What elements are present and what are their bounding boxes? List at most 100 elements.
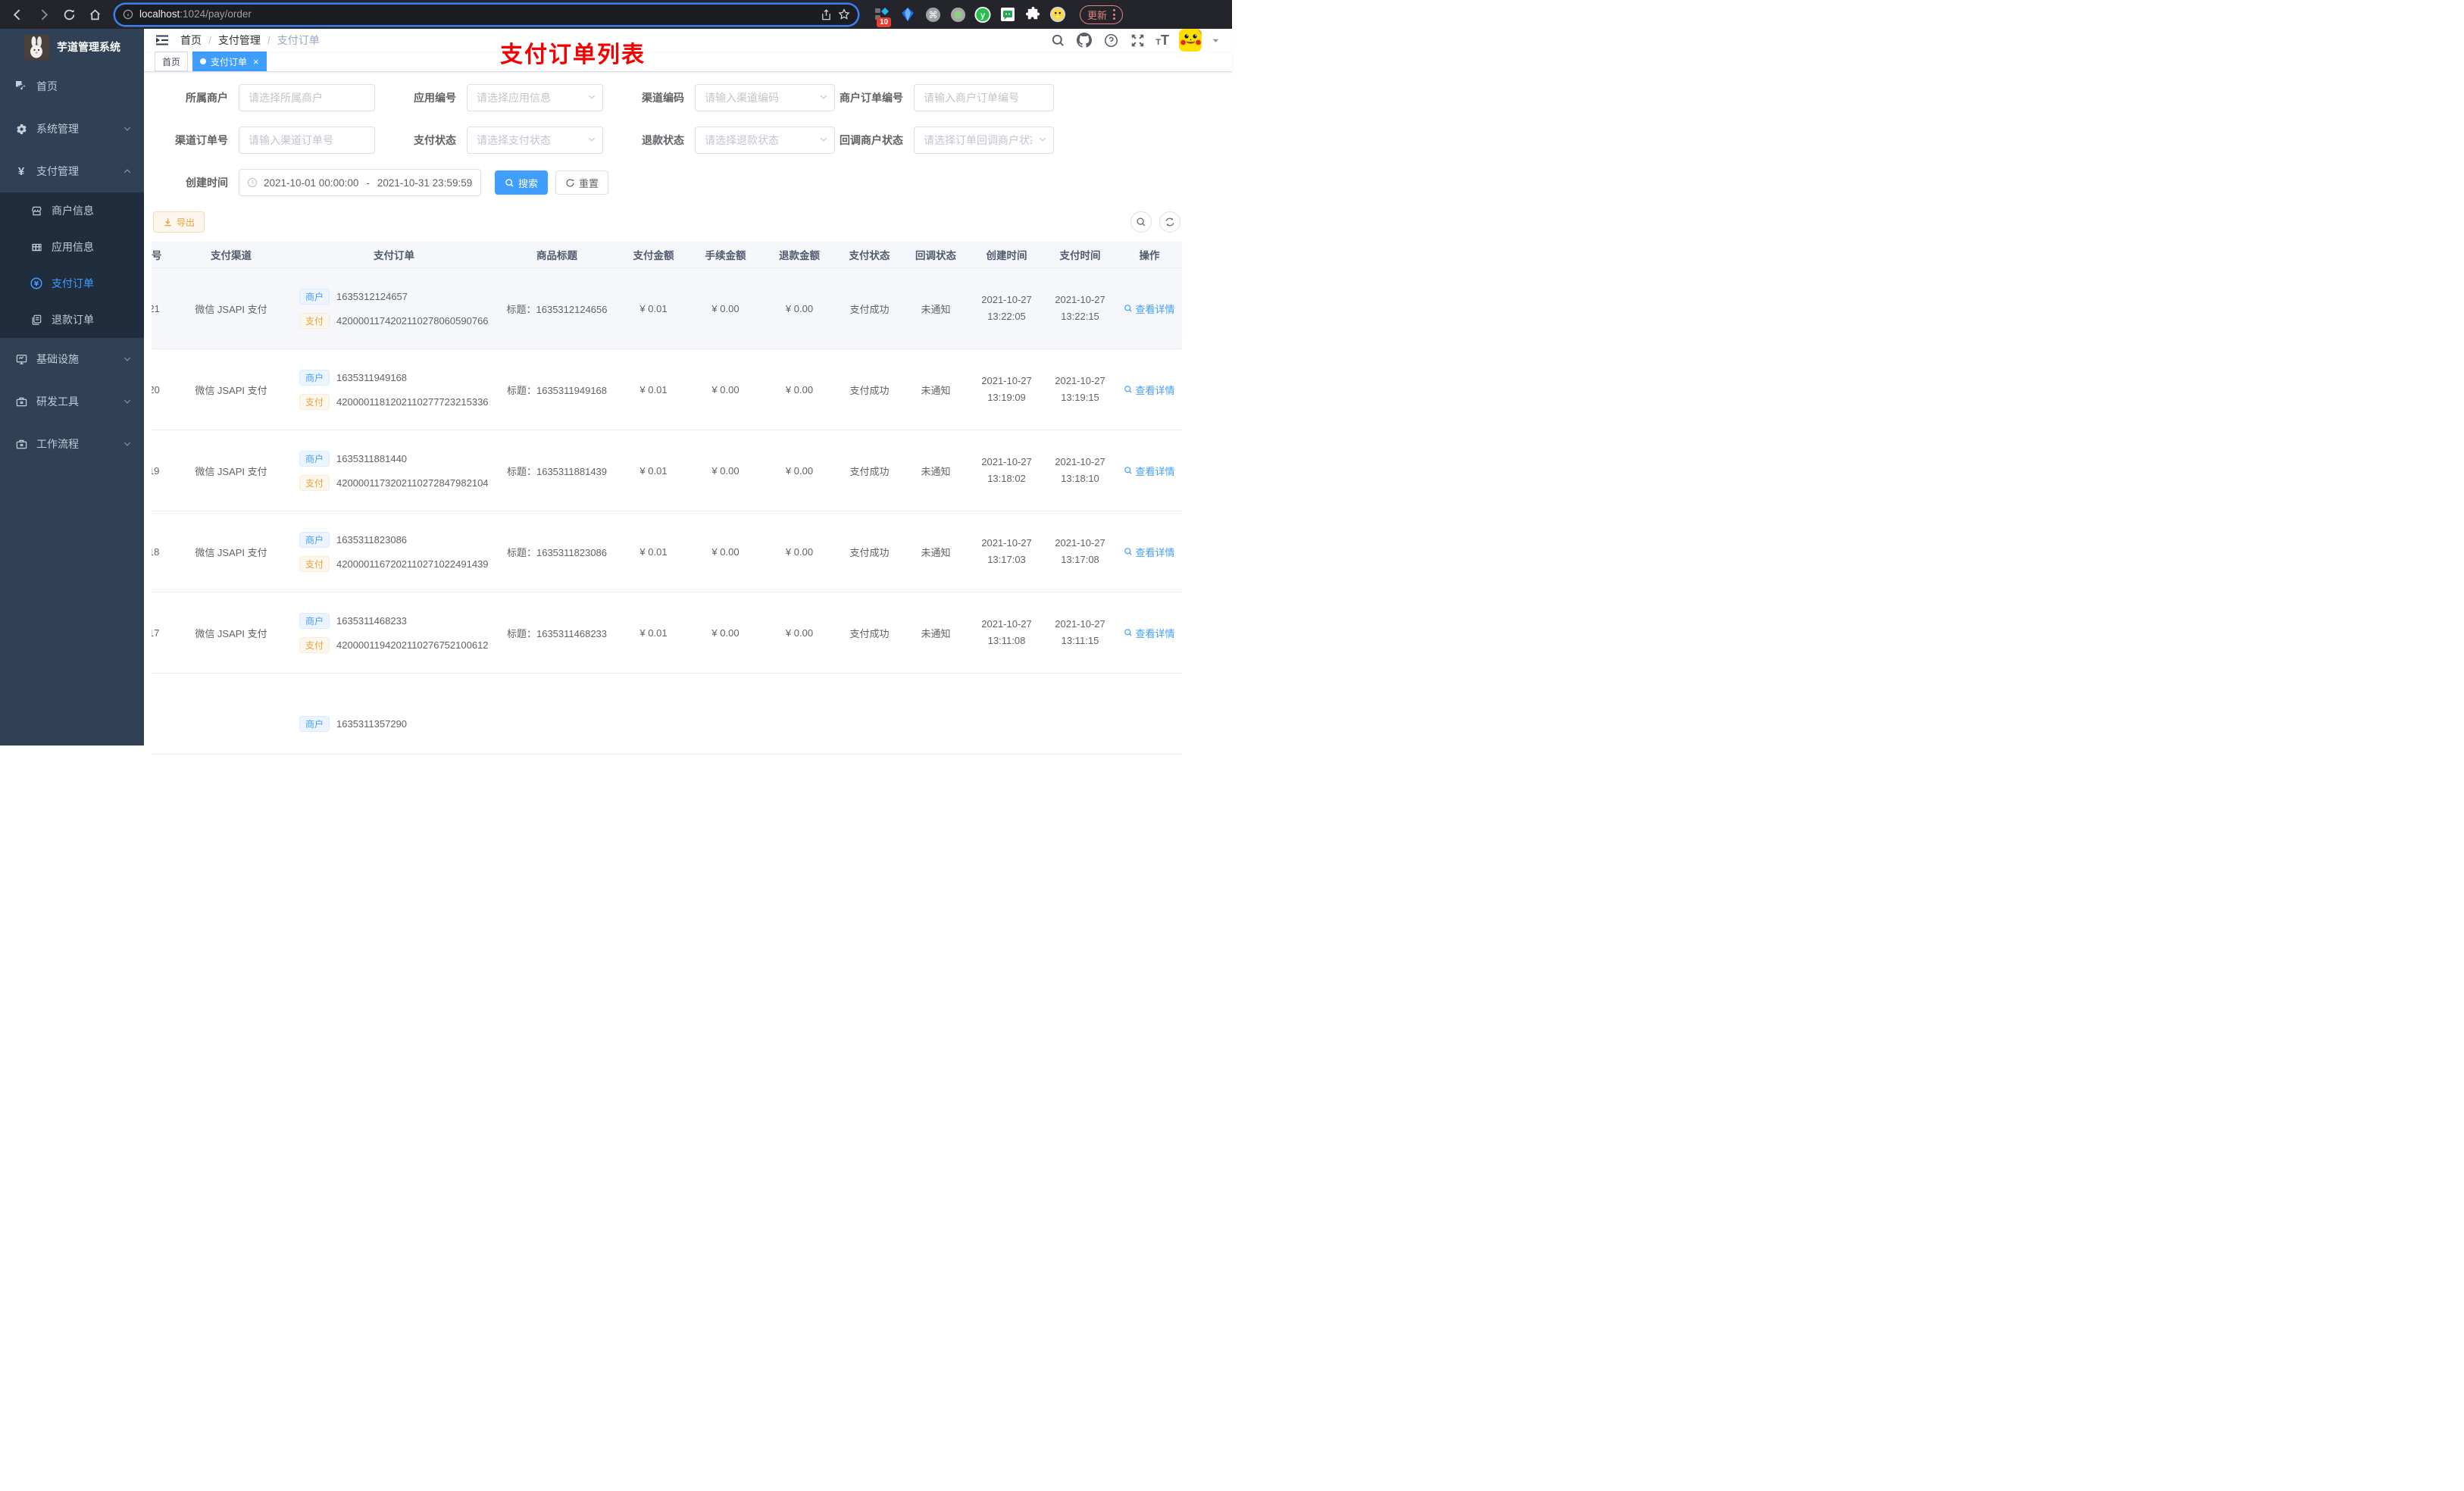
sidebar-item-merchant-info[interactable]: 商户信息 bbox=[0, 192, 144, 229]
refund-status-select[interactable] bbox=[695, 127, 835, 154]
help-icon[interactable] bbox=[1102, 32, 1119, 48]
yen-icon: ¥ bbox=[17, 164, 25, 178]
cell-created: 2021-10-27 13:18:02 bbox=[981, 455, 1032, 484]
browser-menu-icon[interactable] bbox=[1113, 9, 1116, 20]
callback-status-select[interactable] bbox=[914, 127, 1054, 154]
url-bar[interactable]: localhost:1024/pay/order bbox=[115, 4, 858, 25]
extension-command-icon[interactable]: ⌘ bbox=[924, 6, 941, 23]
sidebar-item-infrastructure[interactable]: 基础设施 bbox=[0, 338, 144, 380]
merchant-order-no: 1635312124657 bbox=[336, 290, 408, 302]
sidebar-item-dev-tools[interactable]: 研发工具 bbox=[0, 380, 144, 423]
cell-status: 支付成功 bbox=[849, 465, 890, 477]
merchant-order-line: 商户 1635311468233 bbox=[299, 612, 408, 629]
chevron-down-icon bbox=[123, 124, 132, 133]
browser-forward-button[interactable] bbox=[33, 5, 53, 24]
export-label: 导出 bbox=[177, 217, 195, 228]
merchant-input[interactable] bbox=[239, 84, 375, 111]
view-detail-label: 查看详情 bbox=[1135, 546, 1175, 558]
date-start[interactable]: 2021-10-01 00:00:00 bbox=[264, 177, 358, 189]
cell-title: 标题：1635311823086 bbox=[506, 546, 608, 558]
extension-puzzle-icon[interactable] bbox=[1024, 6, 1041, 23]
browser-reload-button[interactable] bbox=[59, 5, 79, 24]
tag-home[interactable]: 首页 bbox=[155, 52, 189, 71]
tag-pay-order[interactable]: 支付订单 × bbox=[192, 52, 267, 71]
sidebar-item-refund-order[interactable]: 退款订单 bbox=[0, 302, 144, 338]
sidebar-item-pay-order[interactable]: ¥ 支付订单 bbox=[0, 265, 144, 302]
chevron-down-icon bbox=[123, 397, 132, 406]
col-refund: 退款金额 bbox=[779, 250, 820, 261]
pay-order-line: 支付 4200001173202110272847982104 bbox=[299, 474, 489, 491]
chevron-down-icon bbox=[123, 355, 132, 364]
col-amount: 支付金额 bbox=[633, 250, 674, 261]
extension-tampermonkey-icon[interactable]: 10 bbox=[874, 6, 892, 27]
share-icon[interactable] bbox=[821, 8, 832, 20]
cell-channel: 微信 JSAPI 支付 bbox=[195, 384, 267, 396]
sidebar-item-label: 支付订单 bbox=[52, 277, 94, 289]
grid-icon bbox=[30, 242, 42, 253]
avatar[interactable] bbox=[1179, 29, 1202, 52]
view-detail-link[interactable]: 查看详情 bbox=[1124, 626, 1175, 640]
browser-update-button[interactable]: 更新 bbox=[1080, 5, 1124, 24]
sidebar-item-label: 应用信息 bbox=[52, 241, 94, 253]
page-title: 支付订单列表 bbox=[500, 42, 646, 67]
extension-y-icon[interactable]: y bbox=[974, 6, 991, 23]
kite-glyph-icon bbox=[902, 8, 914, 21]
refresh-table-button[interactable] bbox=[1159, 211, 1180, 233]
search-button[interactable]: 搜索 bbox=[495, 170, 548, 195]
url-host: localhost bbox=[139, 8, 180, 20]
view-detail-link[interactable]: 查看详情 bbox=[1124, 545, 1175, 559]
sidebar-item-app-info[interactable]: 应用信息 bbox=[0, 229, 144, 265]
merchant-order-label: 商户订单编号 bbox=[840, 92, 903, 104]
app-select[interactable] bbox=[467, 84, 603, 111]
refresh-icon bbox=[566, 178, 574, 187]
close-icon[interactable]: × bbox=[253, 56, 259, 67]
merchant-order-input[interactable] bbox=[914, 84, 1054, 111]
cell-channel: 微信 JSAPI 支付 bbox=[195, 465, 267, 477]
github-icon[interactable] bbox=[1076, 32, 1093, 48]
chevron-down-icon bbox=[123, 439, 132, 449]
export-button[interactable]: 导出 bbox=[153, 211, 205, 233]
reset-button[interactable]: 重置 bbox=[555, 170, 608, 195]
svg-text:⌘: ⌘ bbox=[928, 8, 937, 20]
fullscreen-icon[interactable] bbox=[1129, 32, 1146, 48]
extension-chat-icon[interactable] bbox=[999, 6, 1016, 23]
date-range-picker[interactable]: 2021-10-01 00:00:00 - 2021-10-31 23:59:5… bbox=[239, 169, 481, 196]
pay-order-line: 支付 4200001167202110271022491439 bbox=[299, 555, 489, 572]
sidebar-item-home[interactable]: 首页 bbox=[0, 65, 144, 108]
merchant-order-line: 商户 1635311949168 bbox=[299, 369, 407, 386]
channel-code-select[interactable] bbox=[695, 84, 835, 111]
extension-kite-icon[interactable] bbox=[899, 6, 916, 23]
sidebar-logo[interactable]: 芋道管理系统 bbox=[0, 29, 144, 65]
show-search-toggle-button[interactable] bbox=[1130, 211, 1152, 233]
cell-action: 查看详情 bbox=[1117, 268, 1182, 349]
bookmark-star-icon[interactable] bbox=[838, 8, 850, 20]
cell-action: 查看详情 bbox=[1117, 430, 1182, 511]
cell-paid: 2021-10-27 13:19:15 bbox=[1055, 374, 1105, 403]
browser-home-button[interactable] bbox=[85, 5, 105, 24]
avatar-caret-icon[interactable] bbox=[1212, 36, 1220, 45]
update-label: 更新 bbox=[1087, 9, 1108, 21]
browser-back-button[interactable] bbox=[8, 5, 27, 24]
channel-code-label: 渠道编码 bbox=[642, 92, 684, 104]
cell-paid: 2021-10-27 13:11:15 bbox=[1055, 617, 1105, 646]
header-search-icon[interactable] bbox=[1049, 32, 1066, 48]
view-detail-link[interactable]: 查看详情 bbox=[1124, 302, 1175, 316]
sidebar-item-system[interactable]: 系统管理 bbox=[0, 108, 144, 150]
table-row: 119 微信 JSAPI 支付 商户 1635311881440 支付 4200… bbox=[152, 430, 1182, 511]
table-body: 121 微信 JSAPI 支付 商户 1635312124657 支付 4200… bbox=[152, 268, 1182, 755]
sidebar-collapse-button[interactable] bbox=[144, 33, 180, 48]
cell-pay-order: 商户 1635311823086 支付 42000011672021102710… bbox=[292, 511, 496, 592]
channel-order-input[interactable] bbox=[239, 127, 375, 154]
breadcrumb-home[interactable]: 首页 bbox=[180, 33, 202, 48]
font-size-icon[interactable]: TT bbox=[1155, 33, 1169, 47]
date-end[interactable]: 2021-10-31 23:59:59 bbox=[377, 177, 472, 189]
breadcrumb-payment[interactable]: 支付管理 bbox=[218, 33, 261, 48]
sidebar-item-workflow[interactable]: 工作流程 bbox=[0, 423, 144, 465]
extension-recorder-icon[interactable] bbox=[949, 6, 966, 23]
view-detail-link[interactable]: 查看详情 bbox=[1124, 464, 1175, 478]
extension-emoji-icon[interactable] bbox=[1049, 6, 1066, 23]
merchant-order-no: 1635311468233 bbox=[336, 614, 408, 627]
sidebar-item-payment[interactable]: ¥ 支付管理 bbox=[0, 150, 144, 192]
pay-status-select[interactable] bbox=[467, 127, 603, 154]
view-detail-link[interactable]: 查看详情 bbox=[1124, 383, 1175, 397]
